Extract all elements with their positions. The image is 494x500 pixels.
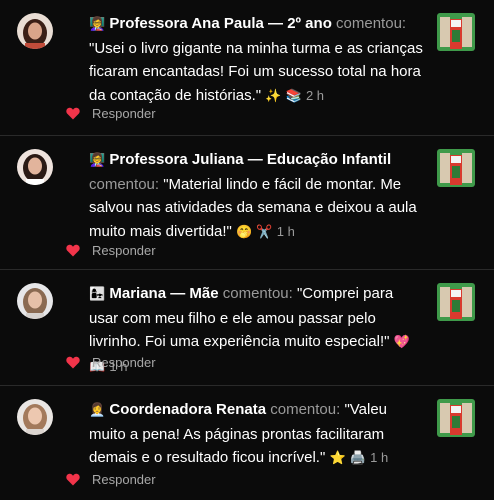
comment-time: 2 h xyxy=(305,87,325,103)
comment-verb: comentou: xyxy=(89,175,160,193)
author-emoji: 👩‍🏫 xyxy=(89,17,106,32)
comment-emojis: ✨ 📚 xyxy=(265,88,302,104)
comment-author[interactable]: Professora Juliana — Educação Infantil xyxy=(109,151,391,168)
reply-button[interactable]: Responder xyxy=(92,472,156,487)
comment-emojis: 🤭 ✂️ xyxy=(236,224,273,240)
author-emoji: 👩‍👧 xyxy=(89,287,106,302)
comment-actions: Responder xyxy=(66,472,156,487)
comment-item: 👩‍👧 Mariana — Mãe comentou: "Comprei par… xyxy=(0,270,494,386)
avatar[interactable] xyxy=(17,13,53,49)
reply-button[interactable]: Responder xyxy=(92,355,156,370)
comment-verb: comentou: xyxy=(336,15,407,32)
avatar[interactable] xyxy=(17,399,53,435)
avatar[interactable] xyxy=(17,283,53,319)
comment-author[interactable]: Mariana — Mãe xyxy=(109,285,218,302)
author-emoji: 👩‍🏫 xyxy=(89,153,106,168)
reply-button[interactable]: Responder xyxy=(92,106,156,121)
comment-verb: comentou: xyxy=(270,401,341,418)
comment-author[interactable]: Professora Ana Paula — 2º ano xyxy=(109,15,332,32)
heart-icon[interactable] xyxy=(66,107,80,120)
comment-item: 👩‍🏫 Professora Juliana — Educação Infant… xyxy=(0,136,494,270)
comment-actions: Responder xyxy=(66,106,156,121)
comment-actions: Responder xyxy=(66,243,156,258)
comment-verb: comentou: xyxy=(222,285,293,302)
product-thumbnail[interactable] xyxy=(437,399,475,437)
comment-item: 👩‍🏫 Professora Ana Paula — 2º ano coment… xyxy=(0,0,494,136)
comment-feed: 👩‍🏫 Professora Ana Paula — 2º ano coment… xyxy=(0,0,494,500)
comment-text: "Usei o livro gigante na minha turma e a… xyxy=(89,39,423,104)
comment-author[interactable]: Coordenadora Renata xyxy=(109,401,266,418)
comment-actions: Responder xyxy=(66,355,156,370)
comment-time: 1 h xyxy=(370,450,389,465)
author-emoji: 👩‍💼 xyxy=(89,403,106,418)
product-thumbnail[interactable] xyxy=(437,149,475,187)
product-thumbnail[interactable] xyxy=(437,13,475,51)
heart-icon[interactable] xyxy=(66,244,80,257)
avatar[interactable] xyxy=(17,149,53,185)
comment-emojis: ⭐ 🖨️ xyxy=(329,451,366,466)
product-thumbnail[interactable] xyxy=(437,283,475,321)
reply-button[interactable]: Responder xyxy=(92,243,156,258)
heart-icon[interactable] xyxy=(66,473,80,486)
comment-item: 👩‍💼 Coordenadora Renata comentou: "Valeu… xyxy=(0,386,494,500)
heart-icon[interactable] xyxy=(66,356,80,369)
comment-time: 1 h xyxy=(276,223,295,239)
